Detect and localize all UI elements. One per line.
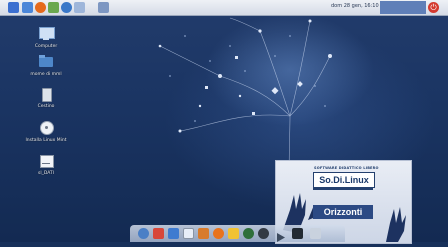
hands-illustration-right bbox=[386, 207, 406, 242]
trash-bin-icon[interactable] bbox=[310, 228, 321, 239]
desktop-icon-home[interactable]: mome di mml bbox=[18, 54, 74, 77]
settings-icon[interactable] bbox=[138, 228, 149, 239]
drive-icon bbox=[37, 153, 55, 169]
wallpaper-subtitle: SOFTWARE DIDATTICO LIBERO bbox=[314, 166, 379, 170]
desktop-icon-install[interactable]: Installa Linux Mint bbox=[18, 120, 74, 143]
webcam-icon[interactable] bbox=[258, 228, 269, 239]
desktop-icon-trash[interactable]: Cestino bbox=[18, 86, 74, 109]
desktop-icon-drive[interactable]: sl_DATI bbox=[18, 153, 74, 176]
play-icon[interactable] bbox=[275, 228, 286, 242]
presentation-icon[interactable] bbox=[198, 228, 209, 239]
divider bbox=[313, 188, 373, 190]
network-icon[interactable] bbox=[61, 2, 72, 13]
desktop-icon-label: Cestino bbox=[37, 104, 55, 109]
play-triangle bbox=[277, 233, 285, 242]
window-list-icon[interactable] bbox=[98, 2, 109, 13]
document-icon[interactable] bbox=[74, 2, 85, 13]
top-panel: dom 28 gen, 16:10 ⏻ bbox=[0, 0, 448, 16]
computer-icon bbox=[37, 26, 55, 42]
applications-menu-icon[interactable] bbox=[8, 2, 19, 13]
power-icon[interactable]: ⏻ bbox=[428, 2, 439, 13]
mail-icon[interactable] bbox=[153, 228, 164, 239]
dock bbox=[130, 225, 345, 242]
globe-icon[interactable] bbox=[243, 228, 254, 239]
desktop-icon-label: Computer bbox=[34, 44, 58, 49]
panel-clock[interactable]: dom 28 gen, 16:10 bbox=[331, 3, 379, 9]
home-folder-icon bbox=[37, 54, 55, 70]
desktop-icon-computer[interactable]: Computer bbox=[18, 26, 74, 49]
brush-icon[interactable] bbox=[228, 228, 239, 239]
desktop-icon-label: Installa Linux Mint bbox=[25, 138, 67, 143]
file-manager-icon[interactable] bbox=[22, 2, 33, 13]
image-viewer-icon[interactable] bbox=[48, 2, 59, 13]
wallpaper-brand: Orizzonti bbox=[313, 205, 373, 219]
disc-icon bbox=[37, 120, 55, 136]
desktop-icon-label: mome di mml bbox=[30, 72, 62, 77]
trash-icon bbox=[37, 86, 55, 102]
wallpaper-title: So.Di.Linux bbox=[313, 172, 375, 188]
desktop-icon-label: sl_DATI bbox=[37, 171, 55, 176]
clapperboard-icon[interactable] bbox=[292, 228, 303, 239]
calculator-icon[interactable] bbox=[183, 228, 194, 239]
text-editor-icon[interactable] bbox=[168, 228, 179, 239]
firefox-icon[interactable] bbox=[35, 2, 46, 13]
notification-area[interactable] bbox=[380, 1, 426, 14]
firefox-icon[interactable] bbox=[213, 228, 224, 239]
